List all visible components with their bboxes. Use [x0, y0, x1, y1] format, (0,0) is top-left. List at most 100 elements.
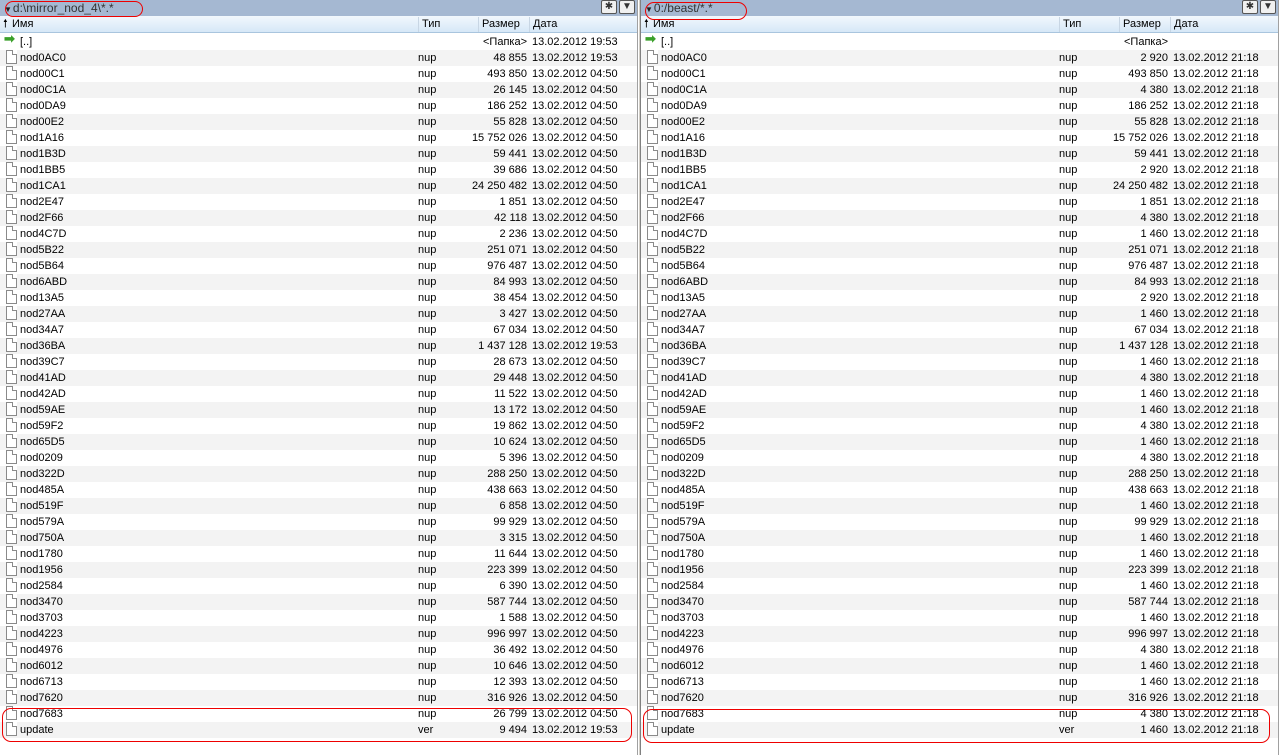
file-row[interactable]: nod39C7 nup 28 673 13.02.2012 04:50 — [0, 354, 637, 370]
file-row[interactable]: nod3470 nup 587 744 13.02.2012 21:18 — [641, 594, 1278, 610]
file-row[interactable]: nod42AD nup 11 522 13.02.2012 04:50 — [0, 386, 637, 402]
file-row[interactable]: nod0DA9 nup 186 252 13.02.2012 21:18 — [641, 98, 1278, 114]
left-path-bar[interactable]: ▼d:\mirror_nod_4\*.* ✱ ▼ — [0, 0, 637, 16]
file-row[interactable]: nod0C1A nup 26 145 13.02.2012 04:50 — [0, 82, 637, 98]
file-row[interactable]: nod34A7 nup 67 034 13.02.2012 04:50 — [0, 322, 637, 338]
file-row[interactable]: update ver 9 494 13.02.2012 19:53 — [0, 722, 637, 738]
file-row[interactable]: nod3703 nup 1 588 13.02.2012 04:50 — [0, 610, 637, 626]
file-row[interactable]: nod1780 nup 1 460 13.02.2012 21:18 — [641, 546, 1278, 562]
favorites-button[interactable]: ✱ — [1242, 0, 1258, 14]
file-row[interactable]: nod1A16 nup 15 752 026 13.02.2012 21:18 — [641, 130, 1278, 146]
file-row[interactable]: nod59F2 nup 4 380 13.02.2012 21:18 — [641, 418, 1278, 434]
file-row[interactable]: nod4223 nup 996 997 13.02.2012 21:18 — [641, 626, 1278, 642]
column-date[interactable]: Дата — [1174, 16, 1198, 33]
file-row[interactable]: nod59AE nup 1 460 13.02.2012 21:18 — [641, 402, 1278, 418]
file-row[interactable]: nod0DA9 nup 186 252 13.02.2012 04:50 — [0, 98, 637, 114]
file-row[interactable]: nod2584 nup 6 390 13.02.2012 04:50 — [0, 578, 637, 594]
file-row[interactable]: nod4C7D nup 1 460 13.02.2012 21:18 — [641, 226, 1278, 242]
file-row[interactable]: nod6012 nup 1 460 13.02.2012 21:18 — [641, 658, 1278, 674]
right-path-bar[interactable]: ▼0:/beast/*.* ✱ ▼ — [641, 0, 1278, 16]
parent-dir-row[interactable]: ➡ [..] <Папка> 13.02.2012 19:53 — [0, 32, 637, 50]
file-row[interactable]: nod1CA1 nup 24 250 482 13.02.2012 04:50 — [0, 178, 637, 194]
file-row[interactable]: nod36BA nup 1 437 128 13.02.2012 21:18 — [641, 338, 1278, 354]
file-row[interactable]: nod42AD nup 1 460 13.02.2012 21:18 — [641, 386, 1278, 402]
file-row[interactable]: nod0209 nup 4 380 13.02.2012 21:18 — [641, 450, 1278, 466]
file-row[interactable]: nod41AD nup 29 448 13.02.2012 04:50 — [0, 370, 637, 386]
column-size[interactable]: Размер — [1123, 16, 1161, 33]
file-row[interactable]: nod6012 nup 10 646 13.02.2012 04:50 — [0, 658, 637, 674]
column-name[interactable]: Имя — [12, 16, 33, 33]
file-row[interactable]: nod1CA1 nup 24 250 482 13.02.2012 21:18 — [641, 178, 1278, 194]
file-row[interactable]: nod750A nup 1 460 13.02.2012 21:18 — [641, 530, 1278, 546]
file-row[interactable]: nod65D5 nup 10 624 13.02.2012 04:50 — [0, 434, 637, 450]
file-row[interactable]: nod322D nup 288 250 13.02.2012 21:18 — [641, 466, 1278, 482]
file-row[interactable]: nod322D nup 288 250 13.02.2012 04:50 — [0, 466, 637, 482]
file-row[interactable]: nod1A16 nup 15 752 026 13.02.2012 04:50 — [0, 130, 637, 146]
column-date[interactable]: Дата — [533, 16, 557, 33]
file-row[interactable]: nod00E2 nup 55 828 13.02.2012 04:50 — [0, 114, 637, 130]
favorites-button[interactable]: ✱ — [601, 0, 617, 14]
file-row[interactable]: nod519F nup 1 460 13.02.2012 21:18 — [641, 498, 1278, 514]
file-row[interactable]: nod1BB5 nup 2 920 13.02.2012 21:18 — [641, 162, 1278, 178]
file-row[interactable]: nod4976 nup 4 380 13.02.2012 21:18 — [641, 642, 1278, 658]
file-row[interactable]: nod7620 nup 316 926 13.02.2012 21:18 — [641, 690, 1278, 706]
file-row[interactable]: nod00C1 nup 493 850 13.02.2012 21:18 — [641, 66, 1278, 82]
file-row[interactable]: nod6ABD nup 84 993 13.02.2012 21:18 — [641, 274, 1278, 290]
file-row[interactable]: nod1956 nup 223 399 13.02.2012 04:50 — [0, 562, 637, 578]
file-row[interactable]: nod59AE nup 13 172 13.02.2012 04:50 — [0, 402, 637, 418]
file-row[interactable]: nod0AC0 nup 48 855 13.02.2012 19:53 — [0, 50, 637, 66]
file-row[interactable]: nod3470 nup 587 744 13.02.2012 04:50 — [0, 594, 637, 610]
file-row[interactable]: nod13A5 nup 38 454 13.02.2012 04:50 — [0, 290, 637, 306]
file-row[interactable]: nod6713 nup 1 460 13.02.2012 21:18 — [641, 674, 1278, 690]
file-row[interactable]: nod2E47 nup 1 851 13.02.2012 04:50 — [0, 194, 637, 210]
file-row[interactable]: nod13A5 nup 2 920 13.02.2012 21:18 — [641, 290, 1278, 306]
file-row[interactable]: nod7683 nup 4 380 13.02.2012 21:18 — [641, 706, 1278, 722]
file-row[interactable]: nod4223 nup 996 997 13.02.2012 04:50 — [0, 626, 637, 642]
file-row[interactable]: nod6713 nup 12 393 13.02.2012 04:50 — [0, 674, 637, 690]
file-row[interactable]: nod0C1A nup 4 380 13.02.2012 21:18 — [641, 82, 1278, 98]
history-button[interactable]: ▼ — [619, 0, 635, 14]
file-row[interactable]: nod1780 nup 11 644 13.02.2012 04:50 — [0, 546, 637, 562]
file-row[interactable]: nod2584 nup 1 460 13.02.2012 21:18 — [641, 578, 1278, 594]
column-type[interactable]: Тип — [422, 16, 440, 33]
file-row[interactable]: nod34A7 nup 67 034 13.02.2012 21:18 — [641, 322, 1278, 338]
file-row[interactable]: nod36BA nup 1 437 128 13.02.2012 19:53 — [0, 338, 637, 354]
file-row[interactable]: nod1B3D nup 59 441 13.02.2012 04:50 — [0, 146, 637, 162]
file-row[interactable]: nod7683 nup 26 799 13.02.2012 04:50 — [0, 706, 637, 722]
file-row[interactable]: nod519F nup 6 858 13.02.2012 04:50 — [0, 498, 637, 514]
file-row[interactable]: nod59F2 nup 19 862 13.02.2012 04:50 — [0, 418, 637, 434]
file-row[interactable]: nod4C7D nup 2 236 13.02.2012 04:50 — [0, 226, 637, 242]
file-row[interactable]: nod2E47 nup 1 851 13.02.2012 21:18 — [641, 194, 1278, 210]
file-row[interactable]: nod2F66 nup 4 380 13.02.2012 21:18 — [641, 210, 1278, 226]
file-row[interactable]: update ver 1 460 13.02.2012 21:18 — [641, 722, 1278, 738]
file-row[interactable]: nod27AA nup 1 460 13.02.2012 21:18 — [641, 306, 1278, 322]
file-row[interactable]: nod27AA nup 3 427 13.02.2012 04:50 — [0, 306, 637, 322]
file-row[interactable]: nod0209 nup 5 396 13.02.2012 04:50 — [0, 450, 637, 466]
file-row[interactable]: nod485A nup 438 663 13.02.2012 04:50 — [0, 482, 637, 498]
file-row[interactable]: nod7620 nup 316 926 13.02.2012 04:50 — [0, 690, 637, 706]
file-row[interactable]: nod5B22 nup 251 071 13.02.2012 21:18 — [641, 242, 1278, 258]
file-row[interactable]: nod39C7 nup 1 460 13.02.2012 21:18 — [641, 354, 1278, 370]
file-row[interactable]: nod579A nup 99 929 13.02.2012 04:50 — [0, 514, 637, 530]
column-type[interactable]: Тип — [1063, 16, 1081, 33]
column-size[interactable]: Размер — [482, 16, 520, 33]
history-button[interactable]: ▼ — [1260, 0, 1276, 14]
file-row[interactable]: nod41AD nup 4 380 13.02.2012 21:18 — [641, 370, 1278, 386]
drive-dropdown-icon[interactable]: ▼ — [4, 5, 12, 14]
file-row[interactable]: nod485A nup 438 663 13.02.2012 21:18 — [641, 482, 1278, 498]
file-row[interactable]: nod00C1 nup 493 850 13.02.2012 04:50 — [0, 66, 637, 82]
file-row[interactable]: nod1B3D nup 59 441 13.02.2012 21:18 — [641, 146, 1278, 162]
file-row[interactable]: nod579A nup 99 929 13.02.2012 21:18 — [641, 514, 1278, 530]
drive-dropdown-icon[interactable]: ▼ — [645, 5, 653, 14]
file-row[interactable]: nod65D5 nup 1 460 13.02.2012 21:18 — [641, 434, 1278, 450]
parent-dir-row[interactable]: ➡ [..] <Папка> — [641, 32, 1278, 50]
file-row[interactable]: nod0AC0 nup 2 920 13.02.2012 21:18 — [641, 50, 1278, 66]
column-name[interactable]: Имя — [653, 16, 674, 33]
file-row[interactable]: nod00E2 nup 55 828 13.02.2012 21:18 — [641, 114, 1278, 130]
file-row[interactable]: nod2F66 nup 42 118 13.02.2012 04:50 — [0, 210, 637, 226]
file-row[interactable]: nod5B22 nup 251 071 13.02.2012 04:50 — [0, 242, 637, 258]
file-row[interactable]: nod6ABD nup 84 993 13.02.2012 04:50 — [0, 274, 637, 290]
file-row[interactable]: nod5B64 nup 976 487 13.02.2012 21:18 — [641, 258, 1278, 274]
file-row[interactable]: nod1956 nup 223 399 13.02.2012 21:18 — [641, 562, 1278, 578]
file-row[interactable]: nod1BB5 nup 39 686 13.02.2012 04:50 — [0, 162, 637, 178]
